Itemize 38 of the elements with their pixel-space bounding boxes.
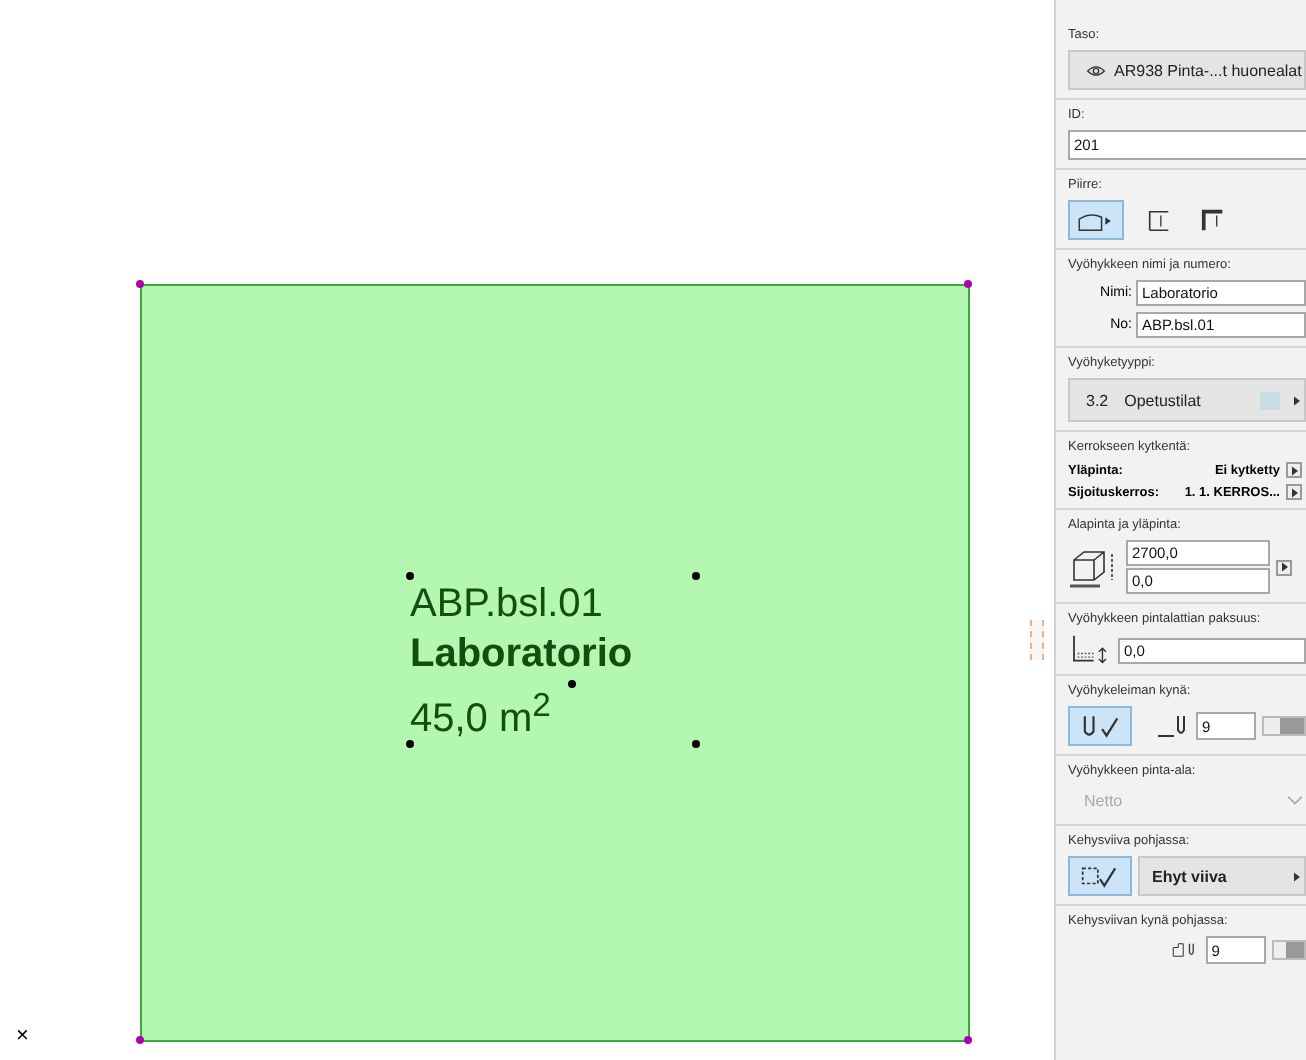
pen-check-icon (1078, 713, 1122, 739)
label-handle[interactable] (568, 680, 576, 688)
corner-handle[interactable] (964, 280, 972, 288)
pen-icon (1172, 938, 1200, 962)
eye-icon (1086, 63, 1106, 77)
dashed-box-check-icon (1078, 863, 1122, 889)
geometry-option[interactable] (1068, 200, 1124, 240)
label-handle[interactable] (406, 572, 414, 580)
pen-icon (1154, 714, 1190, 738)
arrow-button[interactable] (1286, 462, 1302, 478)
arrow-icon (1294, 871, 1300, 881)
corner-icon (1146, 207, 1172, 233)
arrow-icon (1294, 395, 1300, 405)
zone-number: ABP.bsl.01 (410, 580, 603, 630)
corner-handle[interactable] (136, 1036, 144, 1044)
zone-area-text: 45,0 m$^{2}$ (410, 684, 551, 746)
zone-type-name: Opetustilat (1124, 391, 1203, 409)
corner-handle[interactable] (136, 280, 144, 288)
zone-type-code: 3.2 (1086, 391, 1109, 409)
chevron-icon (1288, 796, 1302, 806)
arrow-button[interactable] (1276, 559, 1292, 575)
zone-name: Laboratorio (410, 630, 633, 680)
resize-handle[interactable] (1030, 620, 1044, 660)
layer-dropdown[interactable]: AR938 Pinta-...t huonealat (1068, 50, 1306, 90)
corner-handle[interactable] (964, 1036, 972, 1044)
thickness-icon (1068, 634, 1112, 666)
arrow-button[interactable] (1286, 484, 1302, 500)
label-handle[interactable] (692, 740, 700, 748)
pen-color-button[interactable] (1271, 940, 1306, 960)
line-type-dropdown[interactable]: Ehyt viiva (1138, 856, 1306, 896)
label-handle[interactable] (406, 740, 414, 748)
close-icon[interactable]: × (16, 1024, 29, 1048)
contour-toggle-button[interactable] (1068, 856, 1132, 896)
thick-corner-icon (1200, 207, 1226, 233)
zone-type-dropdown[interactable]: 3.2 Opetustilat (1068, 378, 1306, 422)
label-handle[interactable] (692, 572, 700, 580)
pen-color-button[interactable] (1262, 716, 1306, 736)
pen-toggle-button[interactable] (1068, 706, 1132, 746)
